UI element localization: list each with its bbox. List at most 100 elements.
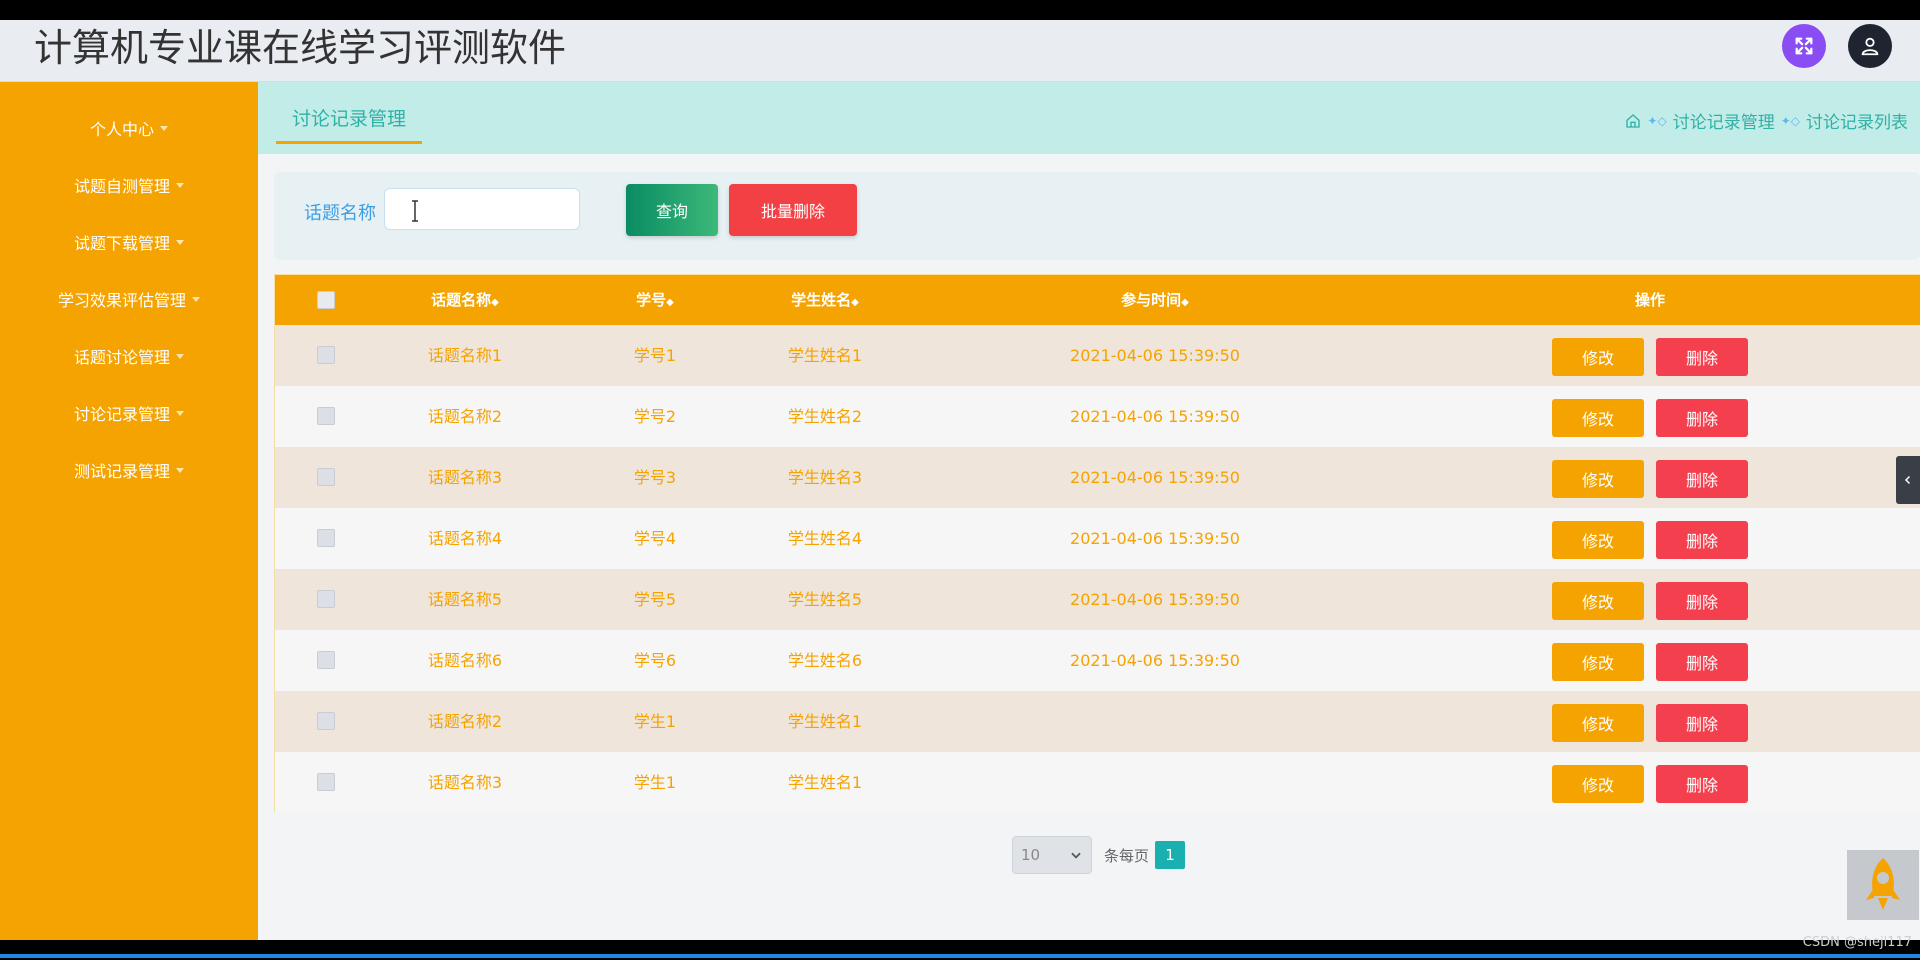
cell-student-no: 学号1 — [633, 346, 677, 365]
sidebar-item-test-record[interactable]: 测试记录管理 — [0, 450, 258, 490]
progress-line — [0, 954, 1920, 958]
home-icon[interactable] — [1625, 113, 1641, 129]
table-row: 话题名称4 学号4 学生姓名4 2021-04-06 15:39:50 修改 删除 — [275, 508, 1920, 569]
row-checkbox[interactable] — [317, 407, 335, 425]
discussion-record-table: 话题名称◆ 学号◆ 学生姓名◆ 参与时间◆ 操作 话题名称1 学号1 学生姓名1 20… — [274, 274, 1920, 813]
delete-button[interactable]: 删除 — [1656, 399, 1748, 437]
table-row: 话题名称5 学号5 学生姓名5 2021-04-06 15:39:50 修改 删除 — [275, 569, 1920, 630]
table-row: 话题名称3 学号3 学生姓名3 2021-04-06 15:39:50 修改 删除 — [275, 447, 1920, 508]
row-checkbox[interactable] — [317, 468, 335, 486]
crumb-bar: 讨论记录管理 ✦◇ 讨论记录管理 ✦◇ 讨论记录列表 — [258, 82, 1920, 154]
cell-time — [1055, 752, 1255, 813]
cell-student-no: 学号2 — [633, 407, 677, 426]
cell-time: 2021-04-06 15:39:50 — [1070, 407, 1240, 426]
cell-student-no: 学号6 — [633, 651, 677, 670]
cell-time — [1055, 691, 1255, 752]
sort-icon: ◆ — [851, 297, 859, 308]
cell-topic: 话题名称3 — [427, 468, 503, 487]
sort-icon: ◆ — [666, 297, 674, 308]
cell-student-no: 学号3 — [633, 468, 677, 487]
edit-button[interactable]: 修改 — [1552, 582, 1644, 620]
cell-topic: 话题名称2 — [427, 712, 503, 731]
row-checkbox[interactable] — [317, 346, 335, 364]
table-row: 话题名称2 学生1 学生姓名1 修改 删除 — [275, 691, 1920, 752]
caret-down-icon — [192, 296, 200, 302]
cell-topic: 话题名称2 — [427, 407, 503, 426]
delete-button[interactable]: 删除 — [1656, 338, 1748, 376]
column-header-topic[interactable]: 话题名称◆ — [385, 275, 545, 325]
sort-icon: ◆ — [491, 297, 499, 308]
delete-button[interactable]: 删除 — [1656, 521, 1748, 559]
user-menu-button[interactable] — [1848, 24, 1892, 68]
chevron-left-icon — [1904, 475, 1911, 485]
fullscreen-button[interactable] — [1782, 24, 1826, 68]
user-icon — [1861, 37, 1879, 56]
cell-time: 2021-04-06 15:39:50 — [1070, 346, 1240, 365]
page-button-current[interactable]: 1 — [1155, 841, 1186, 869]
column-header-student-no[interactable]: 学号◆ — [605, 275, 705, 325]
back-to-top-button[interactable] — [1847, 850, 1919, 920]
rocket-icon — [1866, 858, 1900, 910]
breadcrumb-item: 讨论记录列表 — [1806, 113, 1908, 133]
query-button[interactable]: 查询 — [626, 184, 718, 236]
cell-student-name: 学生姓名1 — [787, 712, 863, 731]
cell-topic: 话题名称6 — [427, 651, 503, 670]
row-checkbox[interactable] — [317, 651, 335, 669]
row-checkbox[interactable] — [317, 712, 335, 730]
delete-button[interactable]: 删除 — [1656, 765, 1748, 803]
cell-topic: 话题名称1 — [427, 346, 503, 365]
delete-button[interactable]: 删除 — [1656, 643, 1748, 681]
cell-topic: 话题名称5 — [427, 590, 503, 609]
delete-button[interactable]: 删除 — [1656, 704, 1748, 742]
page-size-select[interactable]: 10 — [1012, 836, 1092, 874]
edit-button[interactable]: 修改 — [1552, 521, 1644, 559]
sidebar-item-download[interactable]: 试题下载管理 — [0, 222, 258, 262]
edit-button[interactable]: 修改 — [1552, 460, 1644, 498]
sidebar-item-personal[interactable]: 个人中心 — [0, 108, 258, 148]
select-all-checkbox[interactable] — [317, 291, 335, 309]
cell-student-no: 学号5 — [633, 590, 677, 609]
edit-button[interactable]: 修改 — [1552, 704, 1644, 742]
pagination: 10 条每页 1 — [1012, 836, 1186, 874]
row-checkbox[interactable] — [317, 773, 335, 791]
top-black-strip — [0, 0, 1920, 20]
table-row: 话题名称6 学号6 学生姓名6 2021-04-06 15:39:50 修改 删除 — [275, 630, 1920, 691]
edit-button[interactable]: 修改 — [1552, 338, 1644, 376]
breadcrumb-item[interactable]: 讨论记录管理 — [1673, 108, 1775, 133]
sidebar-item-evaluation[interactable]: 学习效果评估管理 — [0, 279, 258, 319]
text-cursor-icon — [412, 200, 418, 222]
breadcrumb-separator-icon: ✦◇ — [1780, 113, 1800, 128]
cell-time: 2021-04-06 15:39:50 — [1070, 590, 1240, 609]
row-checkbox[interactable] — [317, 529, 335, 547]
cell-student-no: 学生1 — [633, 773, 677, 792]
chevron-down-icon — [1071, 852, 1081, 859]
column-header-time[interactable]: 参与时间◆ — [1055, 275, 1255, 325]
batch-delete-button[interactable]: 批量删除 — [729, 184, 857, 236]
edit-button[interactable]: 修改 — [1552, 399, 1644, 437]
caret-down-icon — [160, 125, 168, 131]
delete-button[interactable]: 删除 — [1656, 582, 1748, 620]
app-title: 计算机专业课在线学习评测软件 — [34, 26, 567, 70]
tab-discussion-record[interactable]: 讨论记录管理 — [276, 104, 423, 144]
edit-button[interactable]: 修改 — [1552, 643, 1644, 681]
caret-down-icon — [176, 467, 184, 473]
caret-down-icon — [176, 182, 184, 188]
cell-time: 2021-04-06 15:39:50 — [1070, 529, 1240, 548]
side-collapse-tab[interactable] — [1896, 456, 1920, 504]
expand-icon — [1795, 37, 1813, 55]
sidebar-item-topic[interactable]: 话题讨论管理 — [0, 336, 258, 376]
sidebar-item-quiz[interactable]: 试题自测管理 — [0, 165, 258, 205]
watermark: CSDN @shejl117 — [1802, 935, 1912, 950]
delete-button[interactable]: 删除 — [1656, 460, 1748, 498]
sidebar-item-discussion-record[interactable]: 讨论记录管理 — [0, 393, 258, 433]
sidebar: 个人中心 试题自测管理 试题下载管理 学习效果评估管理 话题讨论管理 讨论记录管… — [0, 82, 258, 940]
breadcrumb-separator-icon: ✦◇ — [1647, 113, 1667, 128]
caret-down-icon — [176, 410, 184, 416]
column-header-student-name[interactable]: 学生姓名◆ — [755, 275, 895, 325]
search-label: 话题名称 — [304, 203, 376, 224]
cell-student-no: 学号4 — [633, 529, 677, 548]
column-header-actions: 操作 — [1634, 291, 1665, 309]
cell-time: 2021-04-06 15:39:50 — [1070, 468, 1240, 487]
row-checkbox[interactable] — [317, 590, 335, 608]
edit-button[interactable]: 修改 — [1552, 765, 1644, 803]
